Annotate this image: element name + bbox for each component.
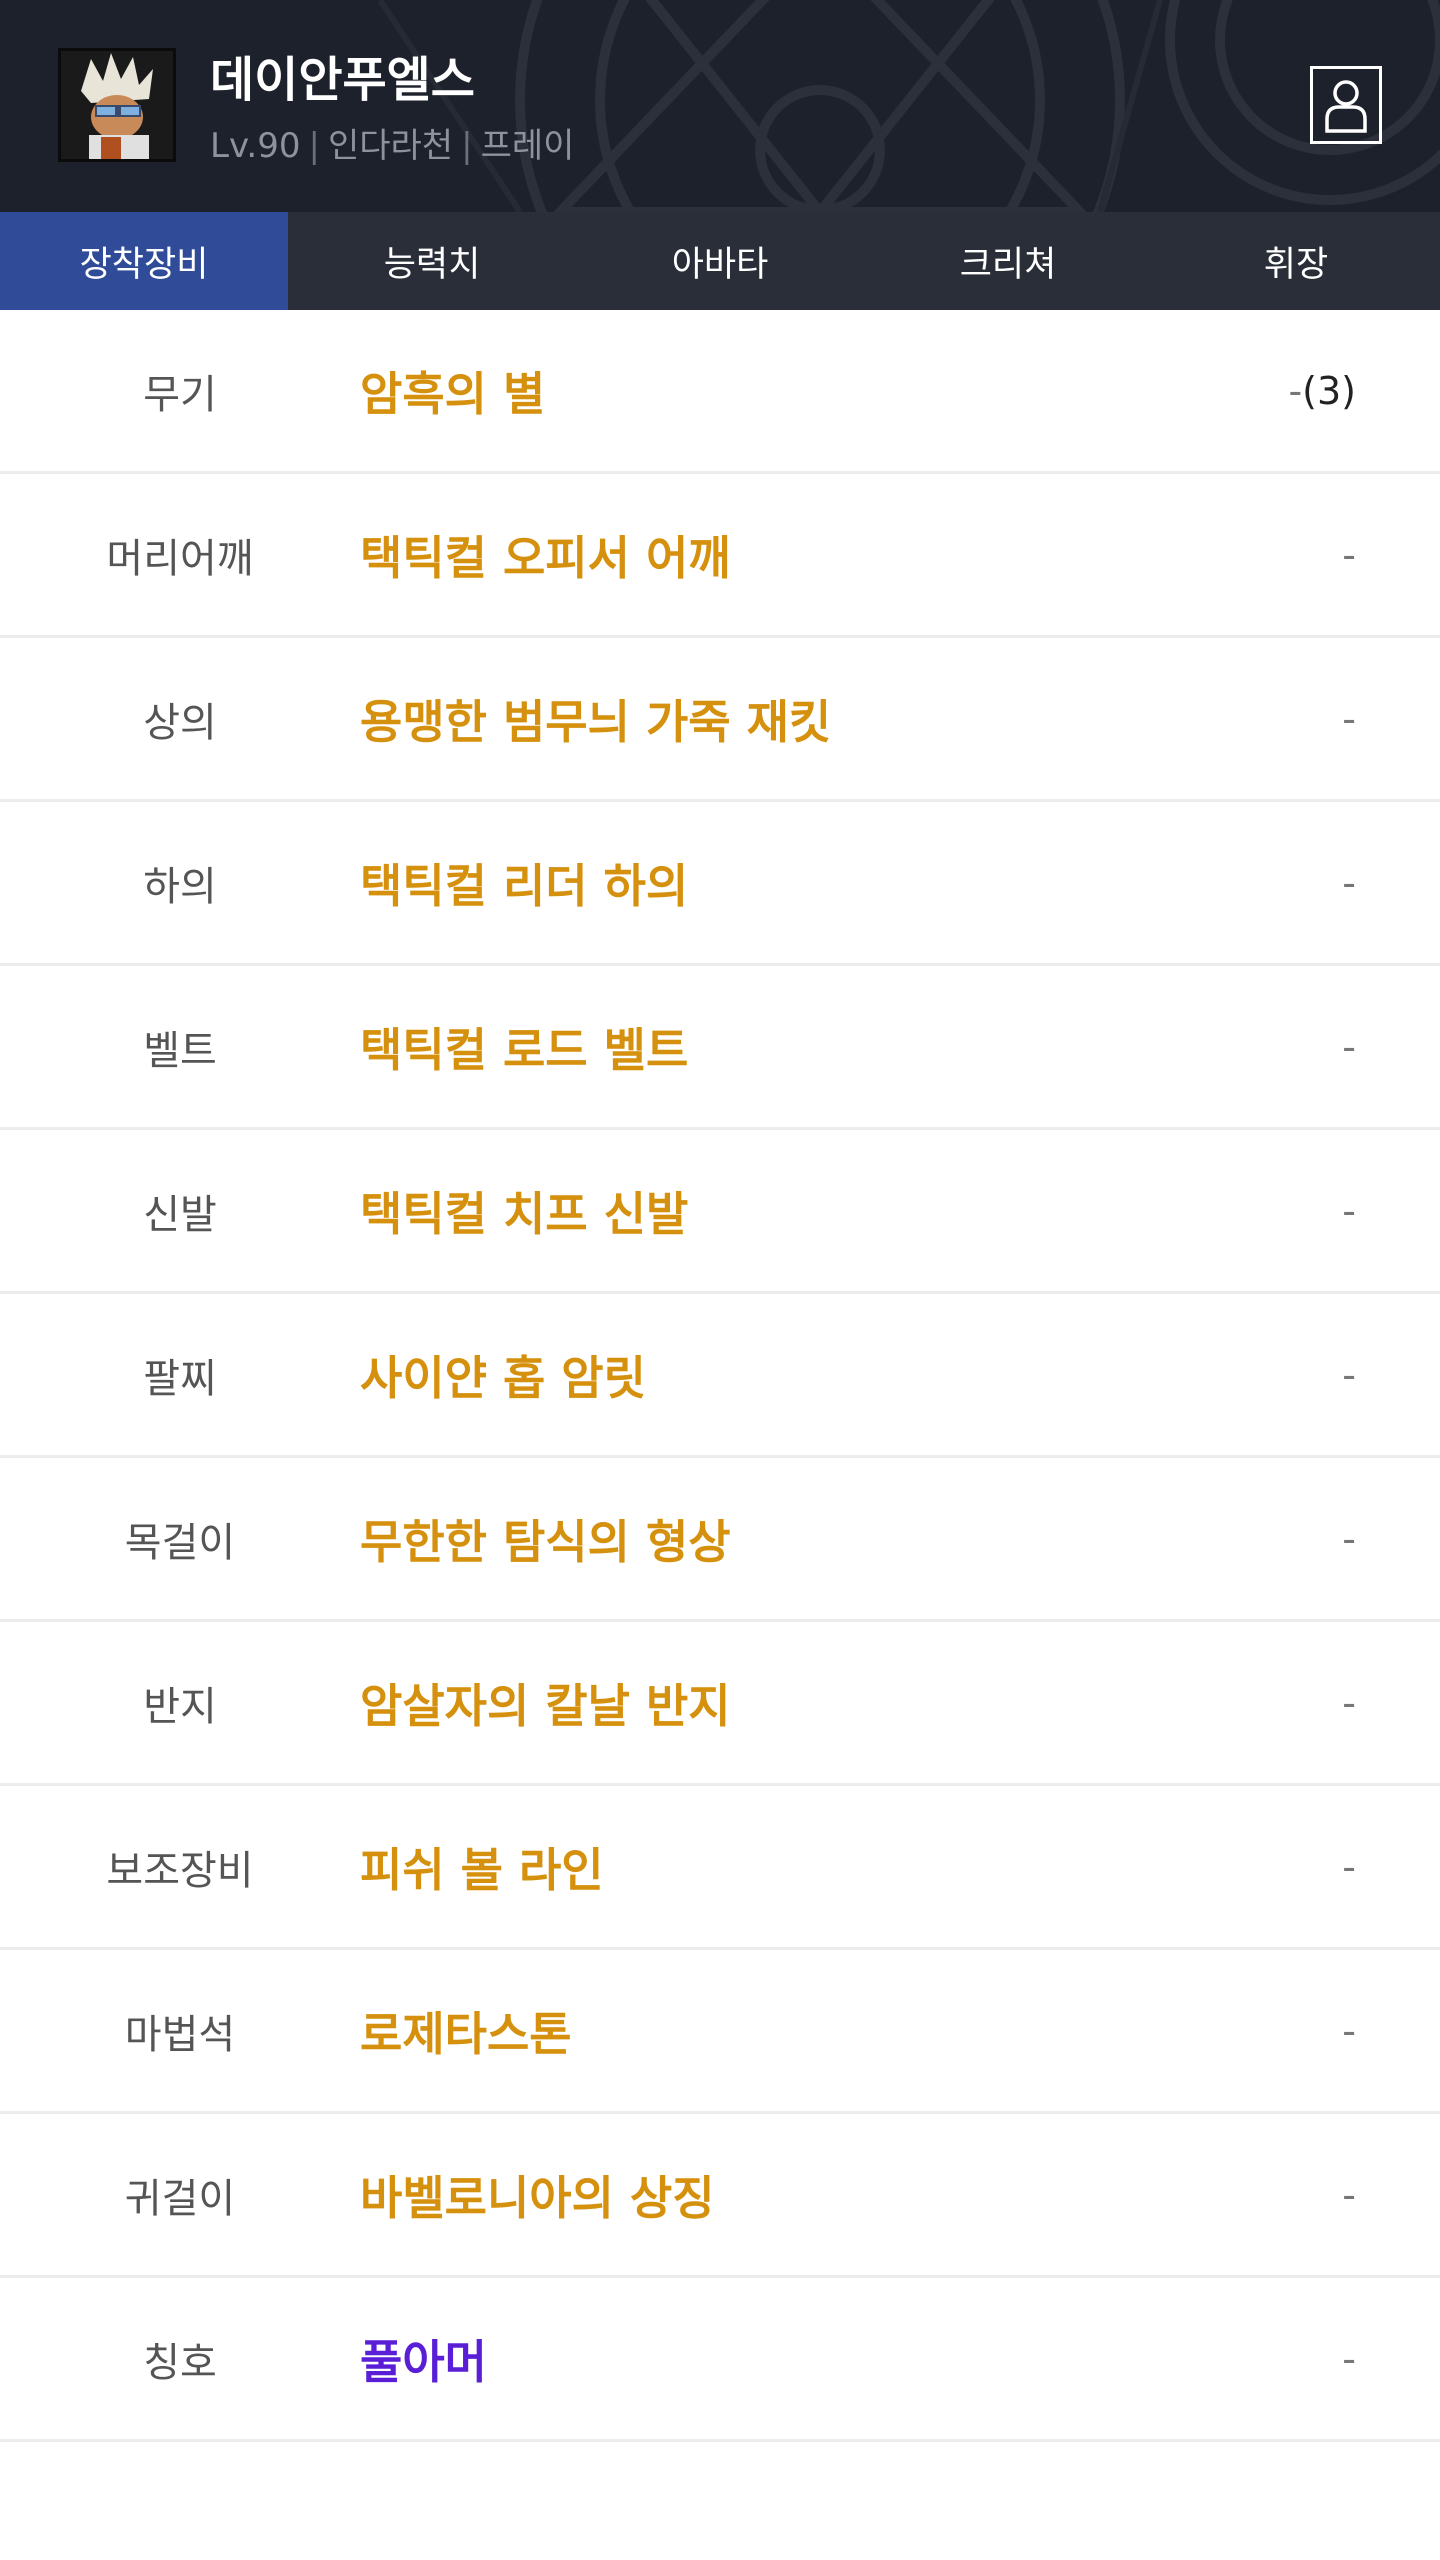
equipment-row-ring[interactable]: 반지 암살자의 칼날 반지 -	[0, 1622, 1440, 1786]
value-dash: -	[1342, 1024, 1356, 1069]
item-name[interactable]: 택틱컬 리더 하의	[360, 802, 688, 963]
value-extra: (3)	[1302, 368, 1356, 413]
value-dash: -	[1342, 1516, 1356, 1561]
slot-label: 신발	[143, 1191, 217, 1238]
item-value: -	[1342, 966, 1356, 1127]
equipment-list: 무기 암흑의 별 - (3) 머리어깨 택틱컬 오피서 어깨 - 상의 용맹한 범…	[0, 310, 1440, 2442]
item-name[interactable]: 풀아머	[360, 2278, 487, 2439]
slot-label: 상의	[143, 699, 217, 746]
value-dash: -	[1288, 368, 1303, 413]
tab-avatar[interactable]: 아바타	[576, 212, 864, 310]
value-dash: -	[1342, 696, 1356, 741]
slot-label: 보조장비	[106, 1847, 254, 1894]
equipment-row-necklace[interactable]: 목걸이 무한한 탐식의 형상 -	[0, 1458, 1440, 1622]
value-dash: -	[1342, 1844, 1356, 1889]
character-level: Lv.90	[210, 126, 301, 166]
equipment-row-bracelet[interactable]: 팔찌 사이얀 홉 암릿 -	[0, 1294, 1440, 1458]
equipment-row-belt[interactable]: 벨트 택틱컬 로드 벨트 -	[0, 966, 1440, 1130]
equipment-row-weapon[interactable]: 무기 암흑의 별 - (3)	[0, 310, 1440, 474]
item-value: -	[1342, 802, 1356, 963]
slot-label: 무기	[143, 371, 217, 418]
value-dash: -	[1342, 1352, 1356, 1397]
value-dash: -	[1342, 1680, 1356, 1725]
item-name[interactable]: 피쉬 볼 라인	[360, 1786, 604, 1947]
profile-button[interactable]	[1310, 66, 1382, 144]
tab-stats[interactable]: 능력치	[288, 212, 576, 310]
value-dash: -	[1342, 2336, 1356, 2381]
equipment-row-title[interactable]: 칭호 풀아머 -	[0, 2278, 1440, 2442]
equipment-row-magic-stone[interactable]: 마법석 로제타스톤 -	[0, 1950, 1440, 2114]
character-server: 인다라천	[327, 126, 454, 166]
item-name[interactable]: 택틱컬 오피서 어깨	[360, 474, 731, 635]
slot-label: 마법석	[124, 2011, 236, 2058]
item-value: -	[1342, 1130, 1356, 1291]
item-value: -	[1342, 638, 1356, 799]
item-name[interactable]: 로제타스톤	[360, 1950, 572, 2111]
item-name[interactable]: 바벨로니아의 상징	[360, 2114, 715, 2275]
item-name[interactable]: 암흑의 별	[360, 310, 545, 471]
item-value: -	[1342, 1294, 1356, 1455]
item-value: -	[1342, 474, 1356, 635]
slot-label: 벨트	[143, 1027, 217, 1074]
equipment-row-support[interactable]: 보조장비 피쉬 볼 라인 -	[0, 1786, 1440, 1950]
item-name[interactable]: 택틱컬 치프 신발	[360, 1130, 688, 1291]
meta-separator: |	[308, 126, 320, 166]
tab-emblem[interactable]: 휘장	[1152, 212, 1440, 310]
character-name: 데이안푸엘스	[210, 52, 475, 108]
equipment-row-shoulder[interactable]: 머리어깨 택틱컬 오피서 어깨 -	[0, 474, 1440, 638]
item-value: -	[1342, 1622, 1356, 1783]
item-value: -	[1342, 1950, 1356, 2111]
person-outline-icon	[1325, 80, 1367, 133]
meta-separator: |	[461, 126, 473, 166]
character-meta: Lv.90 | 인다라천 | 프레이	[210, 118, 574, 167]
item-value: - (3)	[1288, 310, 1356, 471]
item-name[interactable]: 용맹한 범무늬 가죽 재킷	[360, 638, 831, 799]
value-dash: -	[1342, 1188, 1356, 1233]
value-dash: -	[1342, 2172, 1356, 2217]
tab-bar: 장착장비 능력치 아바타 크리쳐 휘장	[0, 212, 1440, 310]
slot-label: 귀걸이	[124, 2175, 236, 2222]
slot-label: 목걸이	[124, 1519, 236, 1566]
item-value: -	[1342, 2114, 1356, 2275]
item-value: -	[1342, 2278, 1356, 2439]
character-avatar	[58, 48, 176, 162]
slot-label: 하의	[143, 863, 217, 910]
character-header: 데이안푸엘스 Lv.90 | 인다라천 | 프레이	[0, 0, 1440, 212]
slot-label: 칭호	[143, 2339, 217, 2386]
equipment-row-top[interactable]: 상의 용맹한 범무늬 가죽 재킷 -	[0, 638, 1440, 802]
slot-label: 반지	[143, 1683, 217, 1730]
equipment-row-shoes[interactable]: 신발 택틱컬 치프 신발 -	[0, 1130, 1440, 1294]
tab-creature[interactable]: 크리쳐	[864, 212, 1152, 310]
value-dash: -	[1342, 860, 1356, 905]
item-value: -	[1342, 1786, 1356, 1947]
item-name[interactable]: 암살자의 칼날 반지	[360, 1622, 731, 1783]
slot-label: 팔찌	[143, 1355, 217, 1402]
item-value: -	[1342, 1458, 1356, 1619]
character-job: 프레이	[480, 126, 575, 166]
item-name[interactable]: 무한한 탐식의 형상	[360, 1458, 731, 1619]
equipment-row-earring[interactable]: 귀걸이 바벨로니아의 상징 -	[0, 2114, 1440, 2278]
value-dash: -	[1342, 532, 1356, 577]
value-dash: -	[1342, 2008, 1356, 2053]
equipment-row-bottom[interactable]: 하의 택틱컬 리더 하의 -	[0, 802, 1440, 966]
tab-equipment[interactable]: 장착장비	[0, 212, 288, 310]
item-name[interactable]: 택틱컬 로드 벨트	[360, 966, 688, 1127]
item-name[interactable]: 사이얀 홉 암릿	[360, 1294, 646, 1455]
slot-label: 머리어깨	[106, 535, 254, 582]
